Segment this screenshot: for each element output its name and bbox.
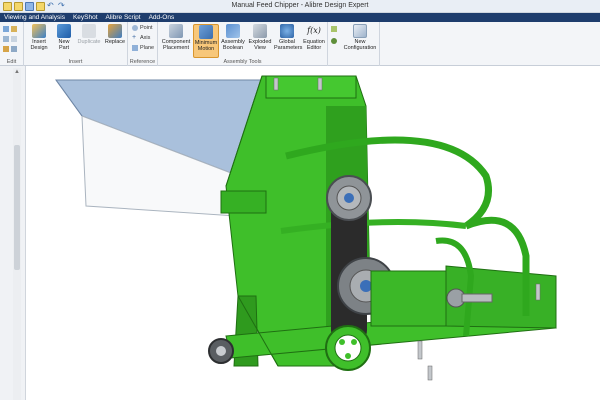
equation-editor-button[interactable]: f(x) Equation Editor <box>301 24 327 51</box>
chipper-model <box>55 75 557 381</box>
group-label-edit: Edit <box>6 59 17 65</box>
edit-tool-row-1[interactable] <box>3 26 17 32</box>
ribbon: Edit Insert Design New Part Duplicate Re… <box>0 22 600 66</box>
config-small-tools-2[interactable] <box>331 38 337 44</box>
model-viewport[interactable] <box>26 66 600 400</box>
paste-icon[interactable] <box>3 36 9 42</box>
exploded-view-icon <box>253 24 267 38</box>
exploded-view-button[interactable]: Exploded View <box>247 24 273 51</box>
edit-tool-row-3[interactable] <box>3 46 17 52</box>
title-bar: ↶ ↷ Manual Feed Chipper - Alibre Design … <box>0 0 600 13</box>
global-parameters-button[interactable]: Global Parameters <box>274 24 302 51</box>
housing-mount-plate <box>220 190 267 214</box>
new-part-button[interactable]: New Part <box>54 24 74 51</box>
axis-icon: + <box>132 34 137 41</box>
config-small-tools[interactable] <box>331 26 337 32</box>
copy-icon[interactable] <box>11 26 17 32</box>
menu-bar: Viewing and Analysis KeyShot Alibre Scri… <box>0 13 600 22</box>
window-title: Manual Feed Chipper - Alibre Design Expe… <box>231 2 369 9</box>
properties-icon[interactable] <box>3 46 9 52</box>
edit-tool-row-2[interactable] <box>3 36 17 42</box>
menu-keyshot[interactable]: KeyShot <box>73 13 98 22</box>
scrollbar-thumb[interactable] <box>14 145 20 270</box>
menu-viewing-analysis[interactable]: Viewing and Analysis <box>4 13 65 22</box>
minimum-motion-button[interactable]: Minimum Motion <box>193 24 219 58</box>
menu-alibre-script[interactable]: Alibre Script <box>106 13 141 22</box>
group-insert: Insert Design New Part Duplicate Replace… <box>24 22 128 66</box>
group-edit: Edit <box>0 22 24 66</box>
scroll-up-arrow-icon[interactable]: ▲ <box>14 69 20 75</box>
minimum-motion-icon <box>199 25 213 39</box>
point-button[interactable]: Point <box>132 25 153 31</box>
group-label-assembly-tools: Assembly Tools <box>223 59 262 65</box>
filter-icon[interactable] <box>11 46 17 52</box>
config-tool-1-icon[interactable] <box>331 26 337 32</box>
plane-button[interactable]: Plane <box>132 45 154 51</box>
housing-top-flange <box>265 75 357 99</box>
equation-editor-icon: f(x) <box>307 26 321 35</box>
group-assembly-tools: Component Placement Minimum Motion Assem… <box>158 22 328 66</box>
menu-add-ons[interactable]: Add-Ons <box>149 13 175 22</box>
assembly-boolean-button[interactable]: Assembly Boolean <box>220 24 246 51</box>
duplicate-button[interactable]: Duplicate <box>76 24 102 45</box>
assembly-boolean-icon <box>226 24 240 38</box>
group-label-reference: Reference <box>129 59 156 65</box>
cut-icon[interactable] <box>3 26 9 32</box>
replace-icon <box>108 24 122 38</box>
new-part-icon <box>57 24 71 38</box>
global-parameters-icon <box>280 24 294 38</box>
component-placement-button[interactable]: Component Placement <box>160 24 192 51</box>
delete-icon[interactable] <box>11 36 17 42</box>
component-placement-icon <box>169 24 183 38</box>
insert-design-button[interactable]: Insert Design <box>28 24 50 51</box>
group-label-insert: Insert <box>68 59 83 65</box>
replace-button[interactable]: Replace <box>103 24 127 45</box>
axis-button[interactable]: + Axis <box>132 34 150 41</box>
config-tool-2-icon[interactable] <box>331 38 337 44</box>
plane-icon <box>132 45 138 51</box>
motor-block <box>370 270 447 327</box>
new-configuration-button[interactable]: New Configuration <box>342 24 378 51</box>
group-configuration: New Configuration <box>328 22 380 66</box>
duplicate-icon <box>82 24 96 38</box>
group-reference: Point + Axis Plane Reference <box>128 22 158 66</box>
insert-design-icon <box>32 24 46 38</box>
point-icon <box>132 25 138 31</box>
new-configuration-icon <box>353 24 367 38</box>
